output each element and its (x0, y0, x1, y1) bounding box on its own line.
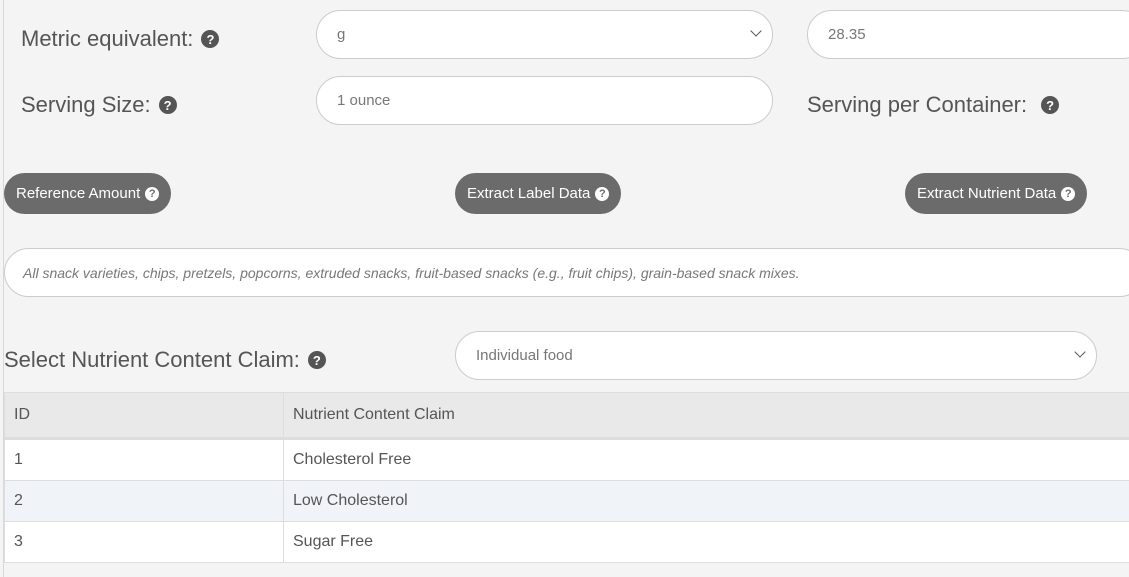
table-row[interactable]: 1 Cholesterol Free (4, 438, 1129, 481)
claim-label-text: Select Nutrient Content Claim: (4, 347, 300, 372)
table-row[interactable]: 3 Sugar Free (4, 521, 1129, 563)
nutrient-claim-select[interactable]: Individual food (455, 331, 1097, 380)
cell-claim: Cholesterol Free (283, 438, 1129, 481)
claim-selected-value: Individual food (476, 347, 573, 364)
serving-size-input[interactable]: 1 ounce (316, 76, 773, 125)
help-icon[interactable]: ? (1041, 96, 1060, 114)
serving-size-value: 1 ounce (337, 92, 391, 109)
table-row[interactable]: 2 Low Cholesterol (4, 480, 1129, 522)
extract-label-data-button[interactable]: Extract Label Data ? (455, 173, 622, 214)
reference-description-field[interactable]: All snack varieties, chips, pretzels, po… (4, 248, 1129, 297)
metric-label-text: Metric equivalent: (21, 26, 194, 51)
help-icon[interactable]: ? (307, 351, 326, 369)
nutrient-claims-table: ID Nutrient Content Claim 1 Cholesterol … (4, 392, 1129, 563)
metric-unit-select[interactable]: g (316, 10, 773, 59)
column-header-id[interactable]: ID (4, 392, 284, 440)
chevron-down-icon (1074, 346, 1086, 358)
help-icon: ? (595, 186, 610, 201)
help-icon[interactable]: ? (201, 30, 220, 48)
metric-unit-value: g (337, 26, 346, 43)
cell-claim: Sugar Free (283, 521, 1129, 563)
reference-description-text: All snack varieties, chips, pretzels, po… (23, 264, 800, 281)
cell-id: 3 (4, 521, 284, 563)
serving-label-text: Serving Size: (21, 92, 151, 117)
nutrient-claim-label: Select Nutrient Content Claim: ? (4, 347, 326, 373)
reference-amount-label: Reference Amount (16, 185, 141, 202)
help-icon: ? (1061, 186, 1076, 201)
help-icon[interactable]: ? (158, 96, 177, 114)
metric-equivalent-label: Metric equivalent: ? (21, 26, 220, 52)
column-header-claim[interactable]: Nutrient Content Claim (283, 392, 1129, 440)
metric-amount-value: 28.35 (828, 26, 866, 43)
extract-label-data-label: Extract Label Data (467, 185, 591, 202)
reference-amount-button[interactable]: Reference Amount ? (4, 173, 172, 214)
cell-claim: Low Cholesterol (283, 480, 1129, 522)
serving-per-container-label: Serving per Container: ? (807, 92, 1060, 118)
serving-size-label: Serving Size: ? (21, 92, 177, 118)
table-header-row: ID Nutrient Content Claim (4, 392, 1129, 440)
cell-id: 1 (4, 438, 284, 481)
cell-id: 2 (4, 480, 284, 522)
help-icon: ? (145, 186, 160, 201)
chevron-down-icon (750, 25, 762, 37)
metric-amount-input[interactable]: 28.35 (807, 10, 1129, 59)
extract-nutrient-data-label: Extract Nutrient Data (917, 185, 1057, 202)
extract-nutrient-data-button[interactable]: Extract Nutrient Data ? (905, 173, 1088, 214)
per-container-text: Serving per Container: (807, 92, 1028, 117)
